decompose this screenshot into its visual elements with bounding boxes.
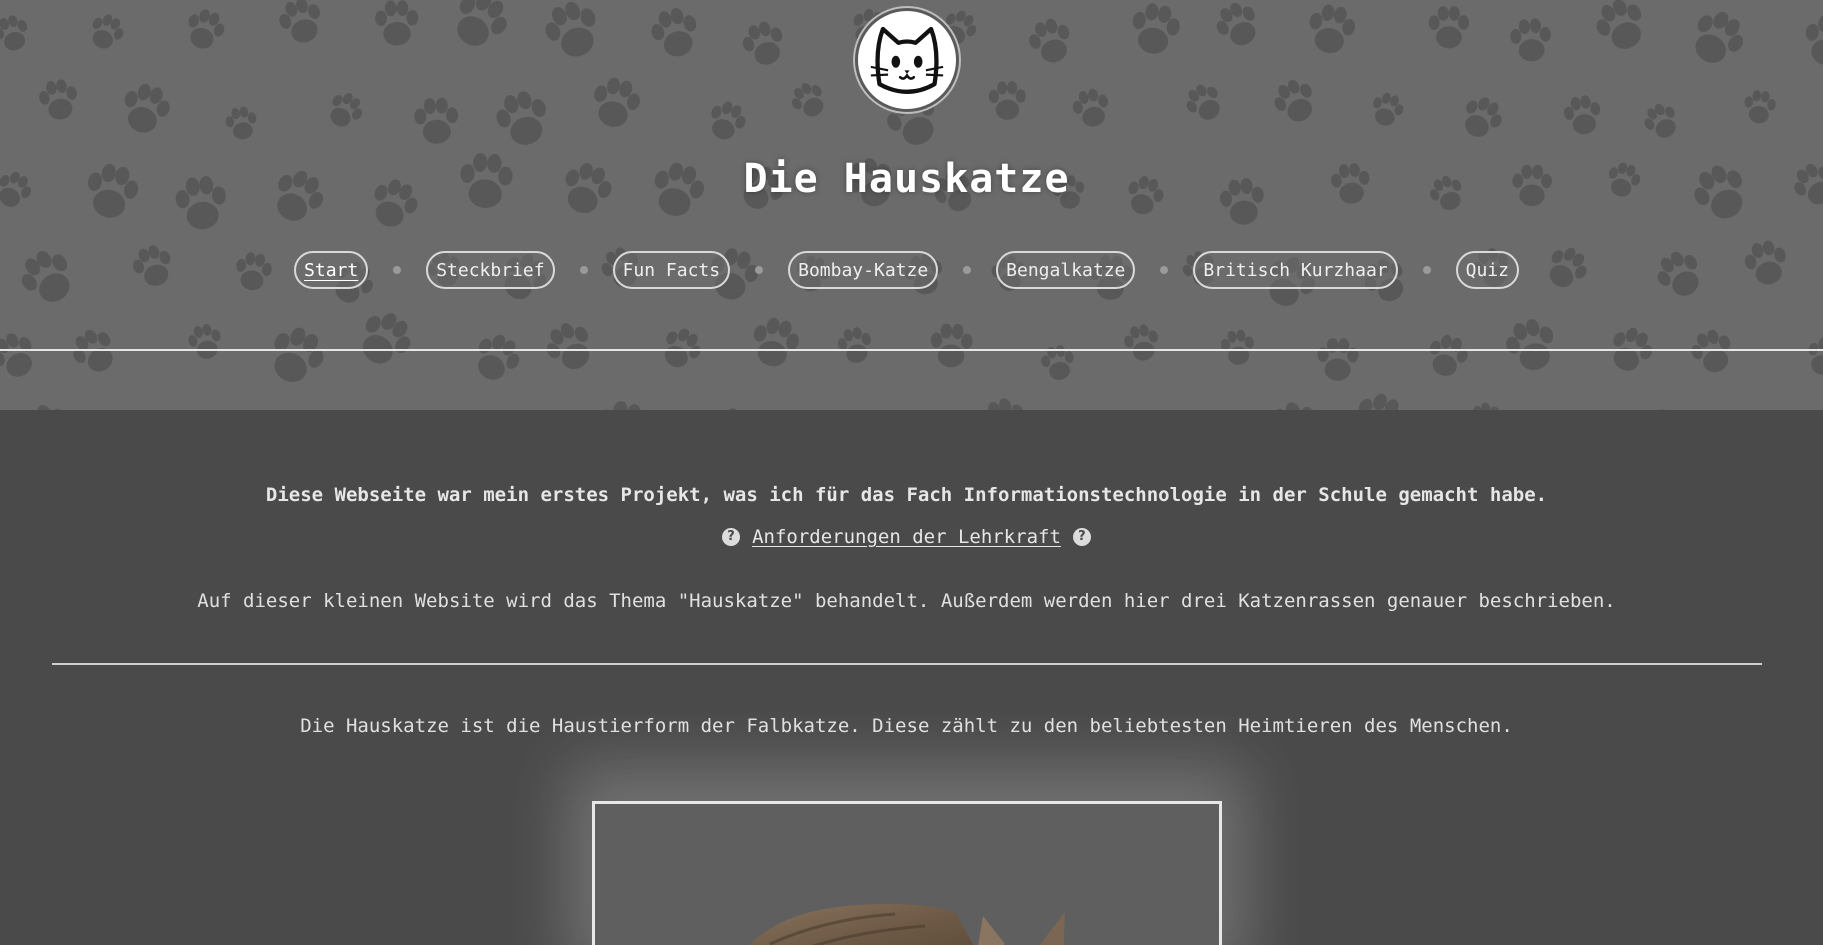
paw-print-icon — [1274, 79, 1313, 122]
nav-item-start[interactable]: Start — [294, 251, 369, 289]
paw-print-icon — [1428, 6, 1470, 49]
paw-print-icon — [1132, 3, 1180, 54]
paw-print-icon — [225, 106, 257, 140]
paw-print-icon — [1510, 18, 1551, 62]
paw-print-icon — [1465, 97, 1502, 137]
paw-print-icon — [1029, 18, 1070, 63]
question-circle-icon[interactable]: ? — [1072, 528, 1091, 546]
nav-item-quiz[interactable]: Quiz — [1455, 251, 1519, 289]
nav-item-bengalkatze[interactable]: Bengalkatze — [996, 251, 1136, 289]
page-title: Die Hauskatze — [743, 156, 1070, 202]
paw-print-icon — [1373, 92, 1404, 126]
nav-item-bombay-katze[interactable]: Bombay-Katze — [788, 251, 939, 289]
paw-print-icon — [1691, 329, 1731, 373]
paw-print-icon — [92, 14, 124, 49]
paw-print-icon — [375, 0, 419, 46]
paw-print-icon — [546, 323, 590, 370]
paw-print-icon — [188, 323, 221, 359]
paw-print-icon — [73, 329, 113, 372]
description-text: Auf dieser kleinen Website wird das Them… — [197, 590, 1616, 612]
fact-text: Die Hauskatze ist die Haustierform der F… — [300, 715, 1513, 737]
paw-print-icon — [545, 1, 596, 57]
nav-separator-dot — [755, 266, 764, 274]
paw-print-icon — [1596, 0, 1642, 49]
paw-print-icon — [1563, 95, 1601, 135]
paw-print-icon — [599, 400, 641, 410]
paw-print-icon — [791, 83, 824, 117]
paw-print-icon — [1695, 11, 1744, 63]
intro-text: Diese Webseite war mein erstes Projekt, … — [265, 484, 1548, 506]
paw-print-icon — [124, 83, 170, 133]
paw-print-icon — [37, 405, 67, 410]
paw-print-icon — [1808, 337, 1823, 375]
cat-photo-image — [749, 904, 1065, 945]
paw-print-icon — [711, 101, 746, 140]
paw-print-icon — [1805, 14, 1823, 66]
paw-print-icon — [988, 398, 1024, 410]
paw-print-icon — [594, 77, 640, 127]
paw-print-icon — [1124, 324, 1158, 361]
main-content: Diese Webseite war mein erstes Projekt, … — [0, 410, 1823, 945]
paw-print-icon — [651, 7, 697, 57]
site-logo[interactable] — [855, 8, 959, 112]
paw-print-icon — [279, 0, 320, 43]
main-nav: Start Steckbrief Fun Facts Bombay-Katze … — [0, 251, 1813, 289]
paw-print-icon — [753, 317, 799, 367]
paw-print-icon — [1644, 103, 1676, 138]
section-divider — [52, 663, 1762, 665]
paw-print-icon — [1473, 402, 1500, 410]
paw-print-icon — [988, 81, 1026, 120]
paw-print-icon — [930, 323, 973, 368]
nav-separator-dot — [963, 266, 972, 274]
paw-print-icon — [1657, 409, 1671, 410]
paw-print-icon — [414, 97, 459, 144]
paw-print-icon — [1220, 329, 1254, 365]
paw-print-icon — [39, 79, 77, 120]
paw-print-icon — [1506, 319, 1554, 370]
paw-print-icon — [0, 15, 28, 51]
cat-photo — [592, 801, 1222, 945]
paw-print-icon — [496, 91, 546, 145]
paw-print-icon — [1744, 90, 1776, 124]
nav-item-steckbrief[interactable]: Steckbrief — [426, 251, 555, 289]
paw-print-icon — [457, 0, 507, 46]
requirements-link[interactable]: Anforderungen der Lehrkraft — [752, 526, 1061, 548]
cat-face-icon — [870, 26, 944, 94]
site-header: Die Hauskatze Start Steckbrief Fun Facts… — [0, 0, 1823, 410]
paw-print-icon — [837, 327, 871, 363]
paw-print-icon — [402, 403, 468, 410]
paw-print-icon — [1072, 88, 1109, 127]
nav-item-fun-facts[interactable]: Fun Facts — [612, 251, 731, 289]
paw-print-icon — [478, 334, 520, 380]
requirements-row: ? Anforderungen der Lehrkraft ? — [0, 526, 1813, 548]
question-circle-icon[interactable]: ? — [722, 528, 741, 546]
paw-print-icon — [742, 21, 783, 65]
paw-print-icon — [1317, 337, 1359, 381]
paw-print-icon — [362, 313, 411, 364]
nav-separator-dot — [579, 266, 588, 274]
nav-item-britisch-kurzhaar[interactable]: Britisch Kurzhaar — [1193, 251, 1398, 289]
paw-print-icon — [1186, 84, 1220, 120]
header-divider — [0, 349, 1823, 351]
paw-print-icon — [1309, 4, 1356, 54]
paw-print-icon — [1358, 393, 1399, 410]
paw-print-icon — [1216, 2, 1256, 46]
nav-separator-dot — [1422, 266, 1431, 274]
paw-print-icon — [1429, 334, 1468, 376]
paw-print-icon — [1274, 402, 1316, 410]
nav-separator-dot — [1160, 266, 1169, 274]
paw-print-icon — [0, 333, 33, 377]
paw-print-icon — [274, 327, 324, 383]
nav-separator-dot — [393, 266, 402, 274]
paw-print-icon — [330, 93, 362, 127]
paw-print-icon — [188, 9, 225, 49]
